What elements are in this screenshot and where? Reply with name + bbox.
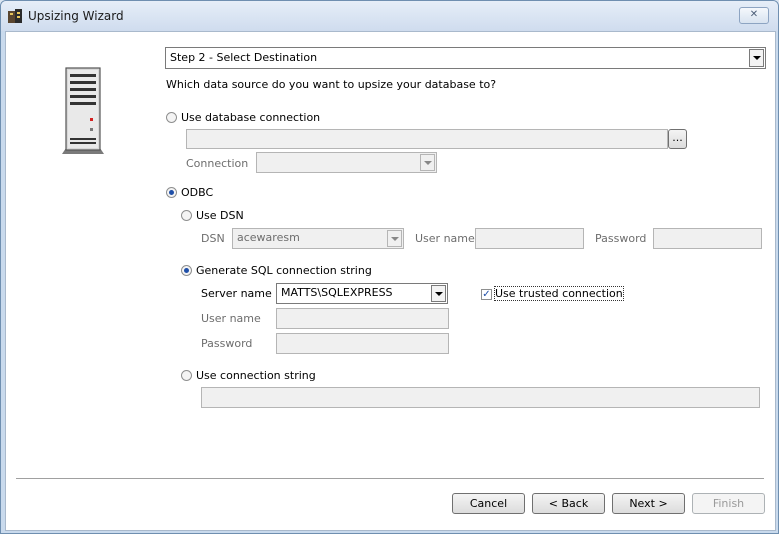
step-dropdown[interactable]: Step 2 - Select Destination bbox=[165, 47, 766, 69]
use-dsn-radio[interactable] bbox=[181, 210, 192, 221]
use-trusted-connection-label[interactable]: Use trusted connection bbox=[494, 286, 624, 301]
server-name-value: MATTS\SQLEXPRESS bbox=[281, 286, 393, 299]
finish-button[interactable]: Finish bbox=[692, 493, 765, 514]
close-icon: ✕ bbox=[749, 9, 759, 20]
database-connection-path-field[interactable] bbox=[186, 129, 668, 149]
generate-sql-connection-string-radio[interactable] bbox=[181, 265, 192, 276]
connection-label: Connection bbox=[186, 157, 249, 170]
server-name-label: Server name bbox=[201, 287, 272, 300]
window-title: Upsizing Wizard bbox=[28, 9, 124, 23]
use-connection-string-label[interactable]: Use connection string bbox=[196, 369, 316, 382]
use-dsn-label[interactable]: Use DSN bbox=[196, 209, 244, 222]
dsn-password-field[interactable] bbox=[653, 228, 762, 249]
sql-password-label: Password bbox=[201, 337, 253, 350]
destination-question: Which data source do you want to upsize … bbox=[166, 78, 497, 91]
dsn-user-name-label: User name bbox=[415, 232, 475, 245]
use-trusted-connection-checkbox[interactable]: ✓ bbox=[481, 289, 492, 300]
dsn-password-label: Password bbox=[595, 232, 647, 245]
cancel-button[interactable]: Cancel bbox=[452, 493, 525, 514]
use-database-connection-radio[interactable] bbox=[166, 112, 177, 123]
button-separator bbox=[16, 478, 764, 480]
sql-password-field[interactable] bbox=[276, 333, 449, 354]
generate-sql-connection-string-label[interactable]: Generate SQL connection string bbox=[196, 264, 372, 277]
server-name-dropdown[interactable]: MATTS\SQLEXPRESS bbox=[276, 283, 448, 304]
next-button[interactable]: Next > bbox=[612, 493, 685, 514]
chevron-down-icon[interactable] bbox=[420, 154, 435, 171]
upsizing-wizard-window: Upsizing Wizard ✕ Step 2 - Select Destin… bbox=[0, 0, 779, 534]
use-database-connection-label[interactable]: Use database connection bbox=[181, 111, 320, 124]
dsn-user-name-field[interactable] bbox=[475, 228, 584, 249]
odbc-radio[interactable] bbox=[166, 187, 177, 198]
back-button[interactable]: < Back bbox=[532, 493, 605, 514]
connection-dropdown[interactable] bbox=[256, 152, 437, 173]
server-tower-icon bbox=[62, 67, 104, 154]
sql-user-name-label: User name bbox=[201, 312, 261, 325]
odbc-label[interactable]: ODBC bbox=[181, 186, 213, 199]
use-connection-string-radio[interactable] bbox=[181, 370, 192, 381]
dsn-dropdown-value: acewaresm bbox=[237, 231, 300, 244]
title-bar: Upsizing Wizard ✕ bbox=[1, 1, 778, 31]
chevron-down-icon[interactable] bbox=[387, 230, 402, 247]
browse-button[interactable]: ... bbox=[668, 129, 687, 149]
ellipsis-icon: ... bbox=[672, 131, 683, 144]
chevron-down-icon[interactable] bbox=[431, 285, 446, 302]
step-dropdown-value: Step 2 - Select Destination bbox=[170, 51, 318, 64]
connection-string-field[interactable] bbox=[201, 387, 760, 408]
wizard-body: Step 2 - Select Destination Which data s… bbox=[5, 31, 776, 531]
sql-user-name-field[interactable] bbox=[276, 308, 449, 329]
chevron-down-icon[interactable] bbox=[749, 49, 764, 67]
close-button[interactable]: ✕ bbox=[739, 7, 769, 24]
dsn-label: DSN bbox=[201, 232, 225, 245]
app-icon bbox=[8, 9, 22, 23]
dsn-dropdown[interactable]: acewaresm bbox=[232, 228, 404, 249]
